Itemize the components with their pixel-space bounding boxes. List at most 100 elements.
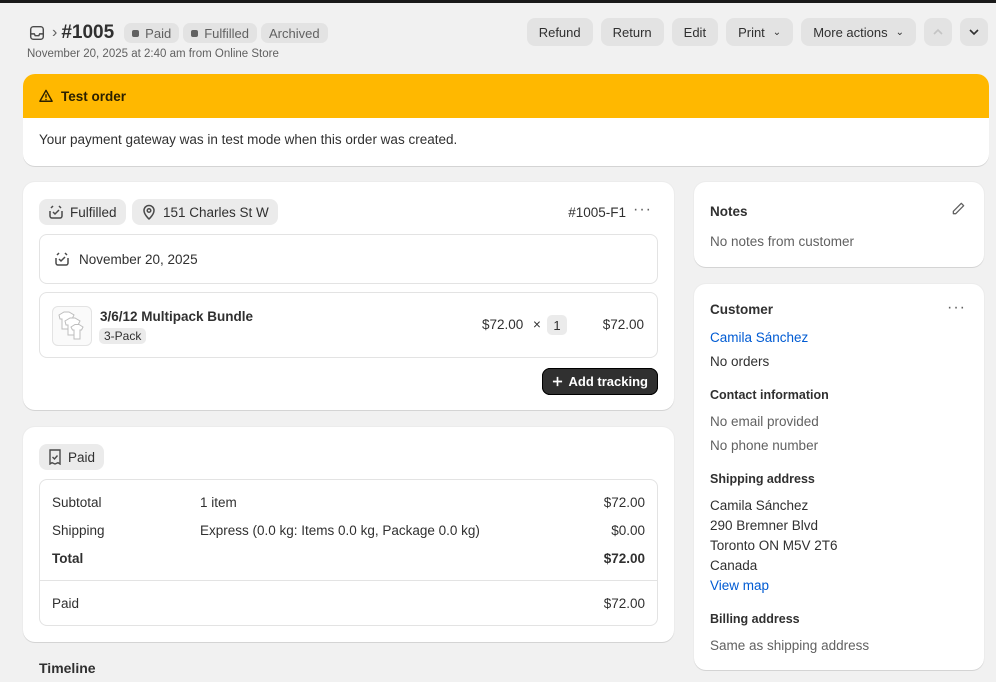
row-detail: Express (0.0 kg: Items 0.0 kg, Package 0… (200, 523, 480, 538)
previous-order-button[interactable] (924, 18, 952, 46)
subtotal-row: Subtotal 1 item $72.00 (52, 495, 645, 510)
row-amount: $72.00 (603, 596, 645, 611)
shipping-line: Toronto ON M5V 2T6 (710, 538, 838, 553)
shipping-line: Camila Sánchez (710, 498, 809, 513)
notes-title: Notes (710, 204, 748, 219)
status-dot-icon (191, 29, 199, 37)
test-order-banner: Test order Your payment gateway was in t… (23, 74, 989, 166)
return-button[interactable]: Return (600, 18, 664, 46)
paid-status-label: Paid (68, 449, 96, 465)
row-label: Subtotal (52, 495, 102, 510)
payment-card: Paid Subtotal 1 item $72.00 Shipping Exp… (23, 427, 674, 642)
unit-price: $72.00 (482, 317, 524, 332)
banner-header: Test order (23, 74, 989, 118)
line-item: 3/6/12 Multipack Bundle 3-Pack $72.00 × … (39, 292, 658, 358)
order-subtitle: November 20, 2025 at 2:40 am from Online… (27, 48, 279, 60)
print-label: Print (738, 24, 765, 40)
badge-label: Fulfilled (204, 25, 249, 41)
location-label: 151 Charles St W (163, 204, 269, 220)
product-name[interactable]: 3/6/12 Multipack Bundle (100, 309, 253, 324)
orders-icon[interactable] (28, 24, 46, 42)
banner-title: Test order (61, 88, 127, 104)
row-label: Paid (52, 596, 80, 611)
edit-button[interactable]: Edit (671, 18, 719, 46)
fulfilled-icon (55, 252, 69, 266)
contact-title: Contact information (710, 388, 829, 402)
row-label: Shipping (52, 523, 105, 538)
view-map-link[interactable]: View map (710, 578, 769, 593)
notes-text: No notes from customer (710, 234, 855, 249)
location-pill: 151 Charles St W (132, 199, 278, 225)
variant-badge: 3-Pack (99, 328, 147, 344)
next-order-button[interactable] (960, 18, 988, 46)
banner-message: Your payment gateway was in test mode wh… (39, 132, 458, 147)
quantity-badge: 1 (547, 315, 567, 335)
print-button[interactable]: Print ⌄ (726, 18, 794, 46)
chevron-down-icon: ⌄ (772, 26, 782, 38)
row-amount: $72.00 (603, 551, 645, 566)
customer-phone: No phone number (710, 438, 819, 453)
row-amount: $72.00 (603, 495, 645, 510)
timeline-title: Timeline (39, 660, 96, 676)
row-detail (200, 551, 604, 566)
row-label: Total (52, 551, 84, 566)
status-badge-fulfilled: Fulfilled (183, 23, 257, 43)
shipping-row: Shipping Express (0.0 kg: Items 0.0 kg, … (52, 523, 645, 538)
add-tracking-label: Add tracking (568, 374, 648, 389)
product-thumbnail[interactable] (52, 306, 92, 346)
badge-label: Archived (269, 25, 320, 41)
tshirt-image-icon (58, 311, 84, 340)
line-total: $72.00 (602, 317, 644, 332)
customer-card: Customer ··· Camila Sánchez No orders Co… (694, 284, 984, 670)
shipping-line: 290 Bremner Blvd (710, 518, 819, 533)
badge-label: Paid (145, 25, 172, 41)
header-actions: Refund Return Edit Print ⌄ More actions ⌄ (526, 18, 988, 46)
chevron-down-icon (969, 29, 979, 36)
customer-email: No email provided (710, 414, 819, 429)
row-detail: 1 item (200, 495, 237, 510)
breadcrumb-chevron-icon: › (52, 24, 58, 41)
page-title: #1005 (61, 22, 115, 43)
status-dot-icon (132, 29, 140, 37)
status-badge-paid: Paid (124, 23, 180, 43)
row-amount: $0.00 (611, 523, 645, 538)
fulfilled-status-pill: Fulfilled (39, 199, 126, 225)
page-header: › #1005 Paid Fulfilled Archived Refund R… (28, 18, 988, 48)
billing-address-title: Billing address (710, 612, 800, 626)
shipping-address-title: Shipping address (710, 472, 815, 486)
payment-summary: Subtotal 1 item $72.00 Shipping Express … (39, 479, 658, 626)
receipt-icon (49, 449, 61, 465)
paid-row: Paid $72.00 (52, 596, 645, 611)
shipping-line: Canada (710, 558, 758, 573)
more-actions-label: More actions (813, 24, 888, 40)
refund-button[interactable]: Refund (526, 18, 593, 46)
fulfillment-date: November 20, 2025 (79, 251, 198, 267)
chevron-up-icon (933, 28, 943, 35)
more-actions-button[interactable]: More actions ⌄ (801, 18, 916, 46)
fulfillment-card: Fulfilled 151 Charles St W #1005-F1 ··· … (23, 182, 674, 410)
customer-name-link[interactable]: Camila Sánchez (710, 330, 808, 345)
plus-icon (552, 376, 562, 387)
chevron-down-icon: ⌄ (895, 26, 904, 38)
status-badge-archived: Archived (261, 23, 328, 43)
warning-icon (39, 89, 53, 102)
row-spacer (200, 596, 604, 611)
divider (40, 580, 657, 581)
customer-orders: No orders (710, 354, 770, 369)
total-row: Total $72.00 (52, 551, 645, 566)
notes-card: Notes No notes from customer (694, 182, 984, 267)
paid-status-pill: Paid (39, 444, 105, 470)
location-pin-icon (143, 204, 155, 220)
customer-menu-icon[interactable]: ··· (947, 299, 966, 317)
add-tracking-button[interactable]: Add tracking (541, 368, 658, 395)
billing-address: Same as shipping address (710, 638, 870, 653)
fulfillment-menu-icon[interactable]: ··· (633, 201, 652, 219)
pencil-icon[interactable] (951, 201, 966, 216)
fulfillment-date-box: November 20, 2025 (39, 234, 658, 284)
fulfillment-id: #1005-F1 (568, 205, 626, 220)
fulfilled-icon (49, 205, 63, 219)
fulfilled-status-label: Fulfilled (70, 204, 117, 220)
multiply-sign: × (533, 317, 541, 332)
top-border (0, 0, 996, 3)
customer-title: Customer (710, 302, 774, 317)
